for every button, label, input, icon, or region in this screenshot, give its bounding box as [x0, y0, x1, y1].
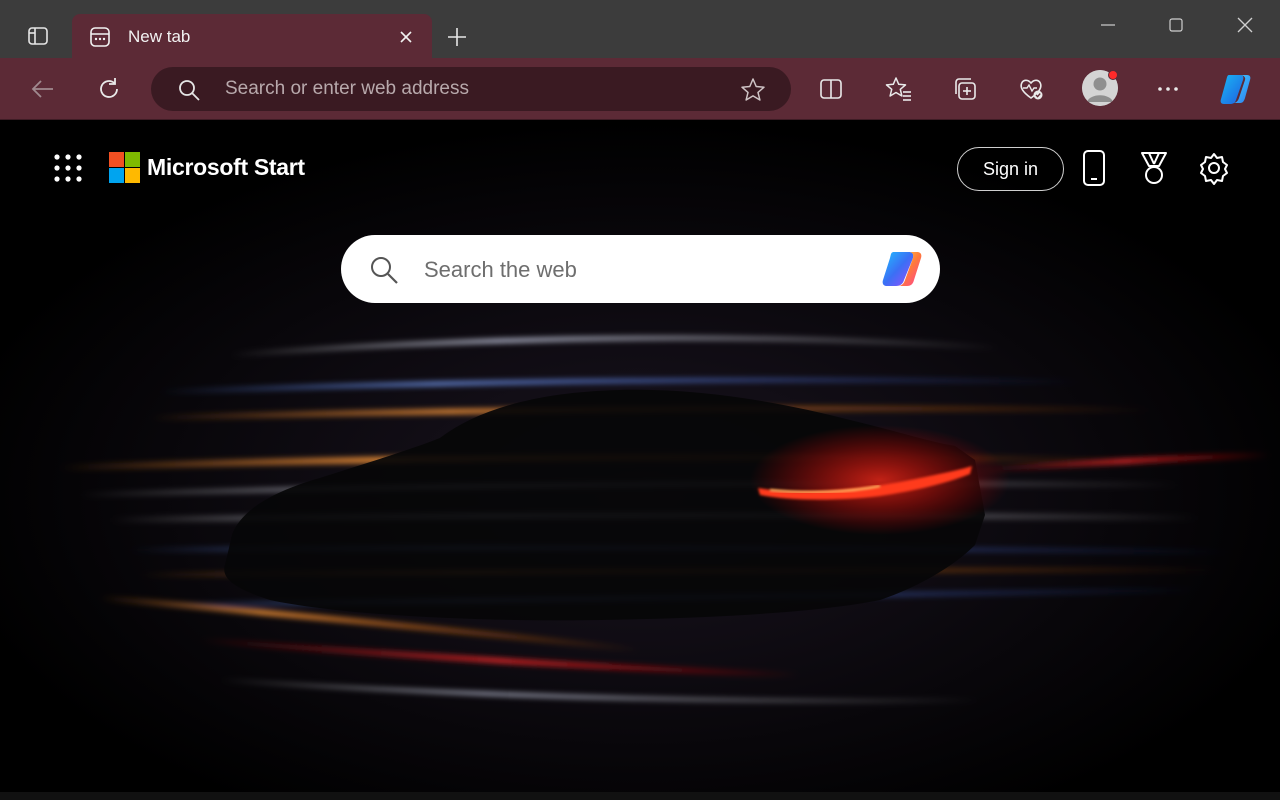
rewards-medal-icon — [1141, 152, 1167, 184]
maximize-icon — [1169, 18, 1183, 32]
browser-essentials-button[interactable] — [1012, 70, 1050, 108]
search-icon — [371, 257, 398, 284]
mobile-app-button[interactable] — [1074, 148, 1114, 188]
split-screen-button[interactable] — [812, 70, 850, 108]
split-screen-icon — [820, 79, 842, 99]
logo-text: Microsoft Start — [147, 154, 305, 180]
browser-window: New tab Search or enter web address Micr… — [0, 0, 1280, 800]
new-tab-page: Microsoft Start Sign in Search the web — [0, 120, 1280, 800]
tab-close-button[interactable] — [394, 25, 418, 49]
new-tab-button[interactable] — [442, 22, 472, 52]
address-bar[interactable]: Search or enter web address — [151, 67, 791, 111]
collections-button[interactable] — [946, 70, 984, 108]
copilot-icon[interactable] — [879, 246, 927, 292]
tab-actions-button[interactable] — [20, 18, 56, 54]
sign-in-button[interactable]: Sign in — [957, 147, 1064, 191]
feed-peek-strip — [0, 792, 1280, 800]
close-window-button[interactable] — [1225, 8, 1265, 42]
phone-icon — [1083, 150, 1105, 186]
star-icon[interactable] — [739, 76, 767, 104]
apps-grid-icon[interactable] — [52, 152, 86, 186]
collections-icon — [955, 78, 976, 100]
copilot-button[interactable] — [1218, 70, 1256, 108]
close-window-icon — [1237, 17, 1253, 33]
tab-strip: New tab — [0, 0, 1280, 60]
browser-toolbar: Search or enter web address — [0, 58, 1280, 120]
back-arrow-icon — [31, 80, 53, 98]
background-image-car — [0, 120, 1280, 800]
close-icon — [400, 31, 412, 43]
favorites-button[interactable] — [880, 70, 918, 108]
profile-notification-dot — [1108, 70, 1118, 80]
copilot-icon — [1220, 75, 1251, 104]
tab-new-tab[interactable]: New tab — [72, 14, 432, 60]
tab-title: New tab — [128, 27, 191, 46]
favorites-icon — [885, 77, 911, 101]
back-button[interactable] — [24, 70, 62, 108]
settings-button[interactable] — [1194, 148, 1234, 188]
address-input[interactable]: Search or enter web address — [225, 78, 469, 100]
rewards-button[interactable] — [1134, 148, 1174, 188]
web-search-input[interactable]: Search the web — [424, 257, 577, 283]
microsoft-start-logo[interactable]: Microsoft Start — [109, 152, 305, 183]
more-button[interactable] — [1149, 70, 1187, 108]
more-icon — [1158, 87, 1178, 91]
plus-icon — [448, 28, 466, 46]
search-icon — [179, 80, 200, 101]
maximize-button[interactable] — [1156, 8, 1196, 42]
browser-essentials-icon — [1020, 79, 1043, 100]
refresh-icon — [100, 78, 118, 98]
minimize-icon — [1101, 24, 1115, 26]
microsoft-logo-icon — [109, 152, 140, 183]
refresh-button[interactable] — [90, 70, 128, 108]
tab-actions-icon — [28, 27, 48, 45]
minimize-button[interactable] — [1088, 8, 1128, 42]
new-tab-page-icon — [88, 25, 112, 49]
settings-gear-icon — [1200, 153, 1228, 185]
web-search-box[interactable]: Search the web — [341, 235, 940, 303]
